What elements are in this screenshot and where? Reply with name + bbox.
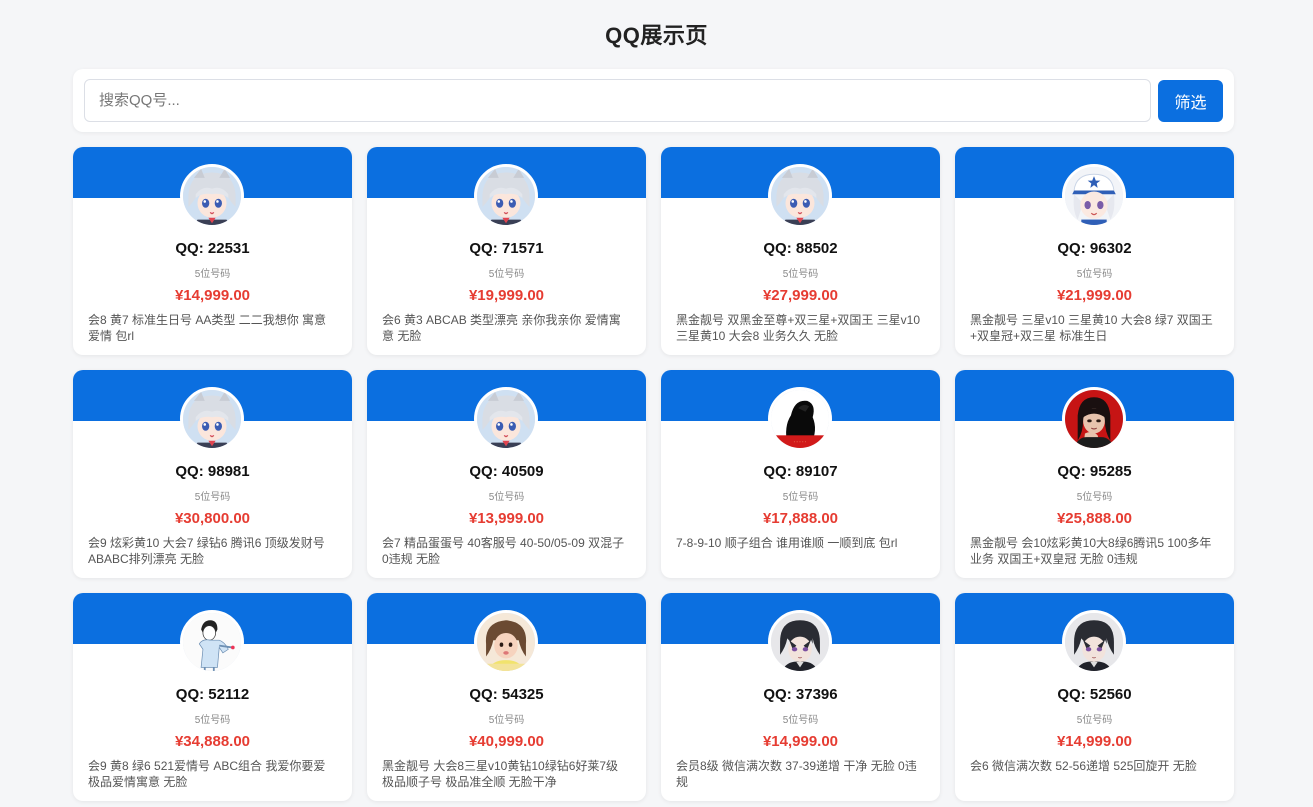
qq-number: QQ: 52560 [1057, 686, 1132, 703]
price: ¥21,999.00 [1056, 287, 1133, 304]
card-description: 会7 精品蛋蛋号 40客服号 40-50/05-09 双混子 0违规 无脸 [382, 536, 625, 566]
avatar [180, 387, 244, 451]
qq-number: QQ: 40509 [469, 463, 544, 480]
digit-count-label: 5位号码 [488, 492, 525, 503]
digit-count-label: 5位号码 [1076, 715, 1113, 726]
avatar [1062, 164, 1126, 228]
avatar [474, 387, 538, 451]
card-grid: QQ: 22531 5位号码 ¥14,999.00 会8 黄7 标准生日号 AA类型 … [73, 147, 1234, 801]
card-description: 会8 黄7 标准生日号 AA类型 二二我想你 寓意爱情 包rl [88, 313, 327, 343]
qq-card[interactable]: QQ: 95285 5位号码 ¥25,888.00 黑金靓号 会10炫彩黄10大8绿6… [955, 370, 1234, 578]
qq-number: QQ: 52112 [175, 686, 250, 703]
digit-count-label: 5位号码 [1076, 492, 1113, 503]
digit-count-label: 5位号码 [488, 715, 525, 726]
filter-button[interactable]: 筛选 [1158, 80, 1223, 122]
avatar [180, 610, 244, 674]
qq-card[interactable]: QQ: 22531 5位号码 ¥14,999.00 会8 黄7 标准生日号 AA类型 … [73, 147, 352, 355]
digit-count-label: 5位号码 [194, 269, 231, 280]
digit-count-label: 5位号码 [194, 492, 231, 503]
card-description: 黑金靓号 三星v10 三星黄10 大会8 绿7 双国王 +双皇冠+双三星 标准生… [970, 313, 1213, 343]
avatar [1062, 387, 1126, 451]
qq-card[interactable]: · · · · · QQ: 89107 5位号码 ¥17,888.00 7-8-9-10… [661, 370, 940, 578]
qq-number: QQ: 88502 [763, 240, 838, 257]
digit-count-label: 5位号码 [782, 715, 819, 726]
qq-card[interactable]: QQ: 52112 5位号码 ¥34,888.00 会9 黄8 绿6 521爱情号 A… [73, 593, 352, 801]
avatar [180, 164, 244, 228]
page-title: QQ展示页 [605, 23, 708, 48]
digit-count-label: 5位号码 [488, 269, 525, 280]
avatar [768, 164, 832, 228]
price: ¥27,999.00 [762, 287, 839, 304]
qq-card[interactable]: QQ: 52560 5位号码 ¥14,999.00 会6 微信满次数 52-56递增 … [955, 593, 1234, 801]
qq-number: QQ: 54325 [469, 686, 544, 703]
qq-card[interactable]: QQ: 37396 5位号码 ¥14,999.00 会员8级 微信满次数 37-39递… [661, 593, 940, 801]
qq-number: QQ: 95285 [1057, 463, 1132, 480]
avatar [474, 164, 538, 228]
digit-count-label: 5位号码 [782, 269, 819, 280]
price: ¥17,888.00 [762, 510, 839, 527]
card-description: 会6 微信满次数 52-56递增 525回旋开 无脸 [970, 759, 1197, 773]
card-description: 会6 黄3 ABCAB 类型漂亮 亲你我亲你 爱情寓意 无脸 [382, 313, 621, 343]
card-description: 7-8-9-10 顺子组合 谁用谁顺 一顺到底 包rl [676, 536, 898, 550]
qq-card[interactable]: QQ: 71571 5位号码 ¥19,999.00 会6 黄3 ABCAB 类型漂亮 … [367, 147, 646, 355]
qq-number: QQ: 22531 [175, 240, 250, 257]
avatar [474, 610, 538, 674]
price: ¥14,999.00 [174, 287, 251, 304]
digit-count-label: 5位号码 [782, 492, 819, 503]
card-description: 会9 炫彩黄10 大会7 绿钻6 腾讯6 顶级发财号 ABABC排列漂亮 无脸 [88, 536, 325, 566]
price: ¥25,888.00 [1056, 510, 1133, 527]
price: ¥19,999.00 [468, 287, 545, 304]
qq-number: QQ: 98981 [175, 463, 250, 480]
card-description: 黑金靓号 双黑金至尊+双三星+双国王 三星v10 三星黄10 大会8 业务久久 … [676, 313, 921, 343]
price: ¥34,888.00 [174, 733, 251, 750]
price: ¥40,999.00 [468, 733, 545, 750]
qq-number: QQ: 89107 [763, 463, 838, 480]
qq-number: QQ: 37396 [763, 686, 838, 703]
avatar [1062, 610, 1126, 674]
search-input[interactable] [84, 79, 1151, 122]
avatar: · · · · · [768, 387, 832, 451]
price: ¥30,800.00 [174, 510, 251, 527]
search-panel: 筛选 [73, 69, 1234, 132]
qq-card[interactable]: QQ: 88502 5位号码 ¥27,999.00 黑金靓号 双黑金至尊+双三星+双国… [661, 147, 940, 355]
card-description: 黑金靓号 大会8三星v10黄钻10绿钻6好莱7级 极品顺子号 极品准全顺 无脸干… [382, 759, 619, 789]
digit-count-label: 5位号码 [1076, 269, 1113, 280]
qq-number: QQ: 96302 [1057, 240, 1132, 257]
avatar [768, 610, 832, 674]
qq-card[interactable]: QQ: 40509 5位号码 ¥13,999.00 会7 精品蛋蛋号 40客服号 40… [367, 370, 646, 578]
card-description: 黑金靓号 会10炫彩黄10大8绿6腾讯5 100多年业务 双国王+双皇冠 无脸 … [970, 536, 1212, 566]
svg-text:· · · · ·: · · · · · [794, 440, 807, 445]
price: ¥14,999.00 [1056, 733, 1133, 750]
qq-card[interactable]: QQ: 98981 5位号码 ¥30,800.00 会9 炫彩黄10 大会7 绿钻6 … [73, 370, 352, 578]
qq-card[interactable]: QQ: 96302 5位号码 ¥21,999.00 黑金靓号 三星v10 三星黄10 … [955, 147, 1234, 355]
card-description: 会9 黄8 绿6 521爱情号 ABC组合 我爱你要爱 极品爱情寓意 无脸 [88, 759, 326, 789]
digit-count-label: 5位号码 [194, 715, 231, 726]
price: ¥13,999.00 [468, 510, 545, 527]
qq-number: QQ: 71571 [469, 240, 544, 257]
card-description: 会员8级 微信满次数 37-39递增 干净 无脸 0违规 [676, 759, 917, 789]
qq-card[interactable]: QQ: 54325 5位号码 ¥40,999.00 黑金靓号 大会8三星v10黄钻10… [367, 593, 646, 801]
price: ¥14,999.00 [762, 733, 839, 750]
